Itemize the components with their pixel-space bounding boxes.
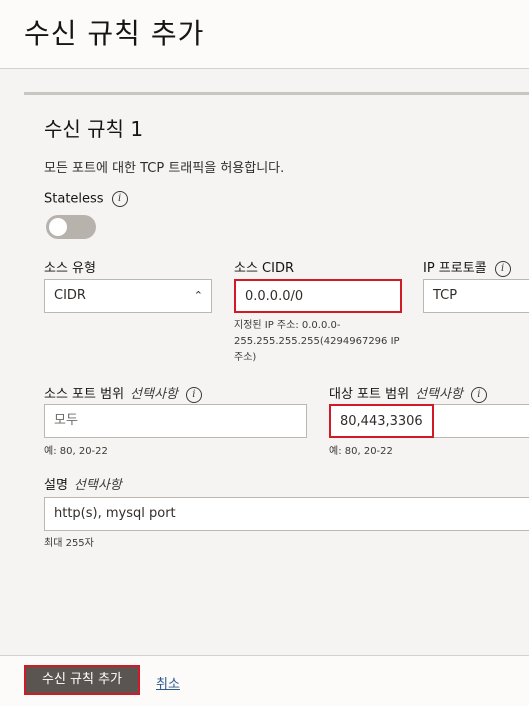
- source-cidr-help: 지정된 IP 주소: 0.0.0.0- 255.255.255.255(4294…: [234, 318, 400, 366]
- info-icon[interactable]: i: [470, 386, 487, 403]
- optional-tag: 선택사항: [73, 478, 122, 493]
- info-icon[interactable]: i: [494, 260, 511, 277]
- description-label: 설명 선택사항: [44, 474, 122, 493]
- optional-tag: 선택사항: [130, 387, 178, 402]
- dest-port-label: 대상 포트 범위 선택사항 i: [329, 383, 487, 403]
- description-help: 최대 255자: [44, 538, 94, 549]
- source-type-select[interactable]: CIDR ⌃: [44, 279, 212, 313]
- stateless-toggle[interactable]: [46, 215, 96, 239]
- source-type-value: CIDR: [54, 288, 86, 303]
- rule-card: [24, 95, 529, 655]
- description-label-text: 설명: [44, 478, 68, 493]
- ip-protocol-label: IP 프로토콜 i: [423, 257, 511, 277]
- source-type-label: 소스 유형: [44, 261, 96, 276]
- description-input[interactable]: http(s), mysql port: [44, 497, 529, 531]
- dest-port-highlight[interactable]: 80,443,3306: [329, 404, 434, 438]
- dest-port-label-text: 대상 포트 범위: [329, 387, 410, 402]
- toggle-knob: [49, 218, 67, 236]
- dest-port-value: 80,443,3306: [340, 414, 423, 429]
- stateless-label: Stateless i: [44, 191, 128, 207]
- ip-protocol-label-text: IP 프로토콜: [423, 261, 487, 276]
- source-cidr-input[interactable]: 0.0.0.0/0: [234, 279, 402, 313]
- rule-title: 수신 규칙 1: [44, 117, 144, 141]
- ip-protocol-value: TCP: [433, 288, 458, 303]
- source-port-label-text: 소스 포트 범위: [44, 387, 125, 402]
- dest-port-help: 예: 80, 20-22: [329, 446, 393, 457]
- rule-description: 모든 포트에 대한 TCP 트래픽을 허용합니다.: [44, 161, 285, 176]
- stateless-label-text: Stateless: [44, 191, 104, 207]
- info-icon[interactable]: i: [111, 191, 128, 207]
- info-icon[interactable]: i: [185, 386, 202, 403]
- cancel-link[interactable]: 취소: [156, 673, 180, 692]
- source-port-help: 예: 80, 20-22: [44, 446, 108, 457]
- description-value: http(s), mysql port: [54, 506, 176, 521]
- chevron-updown-icon: ⌃: [193, 289, 203, 302]
- page-header: 수신 규칙 추가: [0, 0, 529, 69]
- source-cidr-value: 0.0.0.0/0: [245, 289, 304, 304]
- page-title: 수신 규칙 추가: [24, 17, 205, 50]
- source-cidr-label: 소스 CIDR: [234, 261, 295, 276]
- source-cidr-help-line: 주소): [234, 352, 257, 363]
- add-ingress-rule-button[interactable]: 수신 규칙 추가: [24, 665, 140, 695]
- source-port-label: 소스 포트 범위 선택사항 i: [44, 383, 202, 403]
- source-cidr-help-line: 255.255.255.255(4294967296 IP: [234, 336, 400, 347]
- source-cidr-help-line: 지정된 IP 주소: 0.0.0.0-: [234, 320, 341, 331]
- source-port-placeholder: 모두: [54, 413, 78, 428]
- ip-protocol-select[interactable]: TCP: [423, 279, 529, 313]
- source-port-input[interactable]: 모두: [44, 404, 307, 438]
- optional-tag: 선택사항: [415, 387, 463, 402]
